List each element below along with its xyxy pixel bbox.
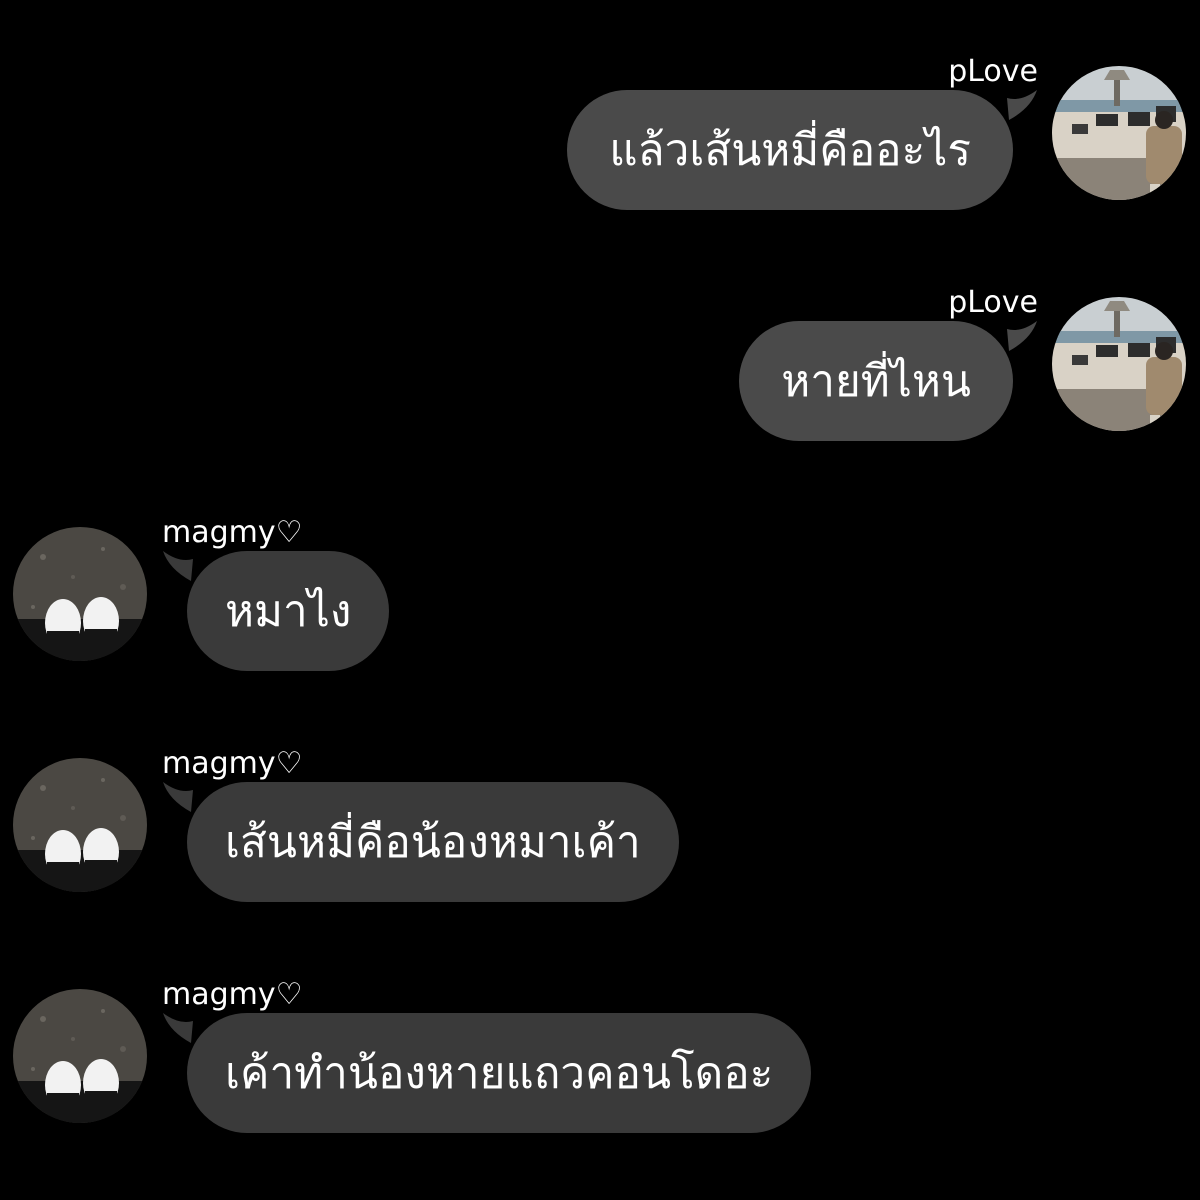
beach-photo-avatar[interactable]: [1052, 66, 1186, 200]
message-bubble[interactable]: หายที่ไหน: [739, 321, 1037, 441]
message-bubble[interactable]: แล้วเส้นหมี่คืออะไร: [567, 90, 1037, 210]
bubble-tail-icon: [163, 782, 193, 812]
sender-name: magmy♡: [162, 746, 303, 781]
bubble-tail-icon: [1007, 321, 1037, 351]
message-text: หมาไง: [225, 586, 352, 637]
sneakers-photo-avatar[interactable]: [13, 758, 147, 892]
message-bubble[interactable]: เค้าทำน้องหายแถวคอนโดอะ: [163, 1013, 812, 1133]
message-row: pLove แล้วเส้นหมี่คืออะไร: [0, 54, 1200, 234]
sender-name: pLove: [948, 54, 1038, 89]
sender-name: magmy♡: [162, 515, 303, 550]
sneakers-photo-avatar[interactable]: [13, 527, 147, 661]
bubble-tail-icon: [163, 551, 193, 581]
message-row: pLove หายที่ไหน: [0, 285, 1200, 465]
message-row: magmy♡ หมาไง: [0, 515, 1200, 695]
bubble-tail-icon: [163, 1013, 193, 1043]
bubble-tail-icon: [1007, 90, 1037, 120]
message-text: เค้าทำน้องหายแถวคอนโดอะ: [225, 1048, 774, 1099]
beach-photo-avatar[interactable]: [1052, 297, 1186, 431]
sender-name: magmy♡: [162, 977, 303, 1012]
message-text: แล้วเส้นหมี่คืออะไร: [609, 125, 971, 176]
message-row: magmy♡ เส้นหมี่คือน้องหมาเค้า: [0, 746, 1200, 926]
message-text: เส้นหมี่คือน้องหมาเค้า: [225, 817, 641, 868]
message-row: magmy♡ เค้าทำน้องหายแถวคอนโดอะ: [0, 977, 1200, 1157]
sender-name: pLove: [948, 285, 1038, 320]
sneakers-photo-avatar[interactable]: [13, 989, 147, 1123]
message-text: หายที่ไหน: [781, 356, 971, 407]
message-bubble[interactable]: หมาไง: [163, 551, 390, 671]
chat-thread[interactable]: pLove แล้วเส้นหมี่คืออะไร pLove หายที่ไห…: [0, 0, 1200, 1200]
message-bubble[interactable]: เส้นหมี่คือน้องหมาเค้า: [163, 782, 679, 902]
